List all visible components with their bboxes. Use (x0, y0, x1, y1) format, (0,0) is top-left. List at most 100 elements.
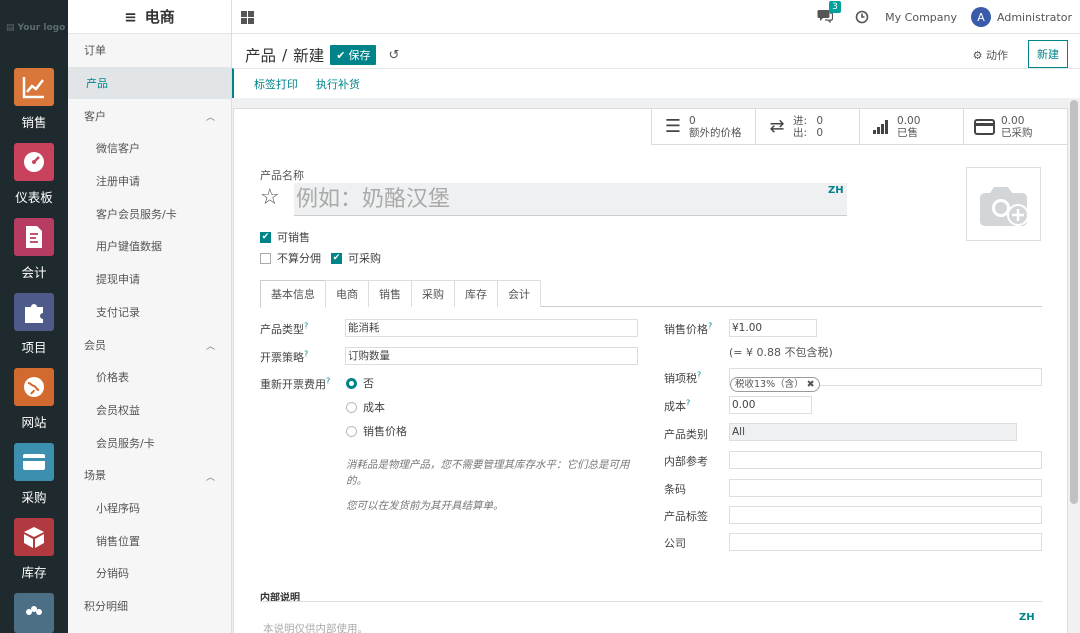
app-website-globe[interactable]: 网站 (0, 356, 68, 431)
camera-plus-icon (979, 187, 1029, 226)
website-globe-icon (14, 368, 54, 406)
sidebar-item[interactable]: 用户键值数据 (68, 230, 231, 263)
sidebar-item-label: 销售位置 (96, 534, 140, 548)
radio-sale-price[interactable] (346, 425, 357, 437)
action-buttons-bar: 标签打印 执行补货 (232, 68, 1080, 98)
category-select[interactable]: All (729, 423, 1017, 441)
discard-undo-icon[interactable]: ↺ (388, 48, 399, 63)
cost-input[interactable]: 0.00 (729, 396, 812, 414)
sidebar-item[interactable]: 分销码 (68, 557, 231, 590)
print-labels-button[interactable]: 标签打印 (254, 76, 298, 92)
reinvoice-option-cost[interactable]: 成本 (346, 399, 385, 415)
app-rail: ▤ Your logo 销售 仪表板 会计 项目 网站采购 库存 (0, 0, 68, 633)
can-purchase-checkbox[interactable]: ✔ 可采购 (331, 250, 381, 266)
favorite-star-icon[interactable]: ☆ (260, 185, 280, 210)
radio-sale-price-label: 销售价格 (363, 425, 407, 438)
scrollbar-thumb[interactable] (1070, 100, 1078, 504)
company-switcher[interactable]: My Company (885, 11, 957, 24)
actions-dropdown[interactable]: ⚙ 动作 (973, 47, 1008, 63)
can-sell-checkbox[interactable]: ✔ 可销售 (260, 229, 310, 245)
invoice-policy-select[interactable]: 订购数量 (345, 347, 638, 365)
messages-button[interactable]: 3 (817, 1, 841, 25)
sidebar-item[interactable]: 场景 ︿ (68, 459, 231, 492)
translate-lang-button[interactable]: ZH (828, 185, 844, 196)
product-type-select[interactable]: 能消耗 (345, 319, 638, 337)
reinvoice-option-sale-price[interactable]: 销售价格 (346, 423, 407, 439)
sidebar-item-label: 支付记录 (96, 305, 140, 319)
product-image-upload[interactable] (966, 167, 1041, 241)
breadcrumb-parent[interactable]: 产品 (245, 44, 276, 66)
app-project-puzzle[interactable]: 项目 (0, 281, 68, 356)
sidebar-item[interactable]: 客户会员服务/卡 (68, 197, 231, 230)
tab-purchase[interactable]: 采购 (411, 280, 455, 307)
list-icon: ☰ (664, 115, 682, 137)
tab-accounting[interactable]: 会计 (497, 280, 541, 307)
no-commission-box[interactable] (260, 252, 271, 264)
internal-ref-input[interactable] (729, 451, 1042, 469)
radio-no[interactable] (346, 377, 357, 389)
sidebar-item[interactable]: 订单 (68, 34, 231, 67)
app-inventory-box[interactable]: 库存 (0, 506, 68, 581)
sidebar-item[interactable]: 积分明细 (68, 590, 231, 623)
remove-tag-icon[interactable]: ✖ (807, 379, 815, 390)
sidebar-item[interactable]: 销售位置 (68, 524, 231, 557)
in-out-button[interactable]: ⇄ 进: 0 出: 0 (755, 109, 859, 144)
credit-card-icon (974, 118, 995, 135)
sidebar-item[interactable]: 会员权益 (68, 394, 231, 427)
product-name-input[interactable]: 例如：奶酪汉堡 (294, 183, 847, 216)
sidebar-item[interactable]: 提现申请 (68, 263, 231, 296)
no-commission-checkbox[interactable]: 不算分佣 (260, 250, 321, 266)
sidebar-item[interactable]: 产品 (68, 66, 231, 100)
save-button[interactable]: ✔ 保存 (330, 45, 377, 65)
can-purchase-box[interactable]: ✔ (331, 252, 342, 264)
internal-notes-input[interactable]: 本说明仅供内部使用。 (263, 621, 368, 633)
menu-hamburger-icon[interactable]: ≡ (124, 8, 137, 26)
sidebar-item[interactable]: 价格表 (68, 361, 231, 394)
product-tags-label: 产品标签 (664, 510, 708, 523)
user-menu[interactable]: Administrator (997, 11, 1072, 24)
radio-cost[interactable] (346, 401, 357, 413)
replenish-button[interactable]: 执行补货 (316, 76, 360, 92)
product-tags-input[interactable] (729, 506, 1042, 524)
new-button[interactable]: 新建 (1028, 40, 1068, 68)
sidebar-item[interactable]: 微信客户 (68, 132, 231, 165)
scrollbar[interactable] (1068, 98, 1080, 633)
app-sales-chart[interactable]: 销售 (0, 56, 68, 131)
sidebar-item[interactable]: 支付记录 (68, 296, 231, 329)
extra-price-button[interactable]: ☰ 0 额外的价格 (651, 109, 755, 144)
can-sell-box[interactable]: ✔ (260, 231, 271, 243)
sidebar-item-label: 注册申请 (96, 175, 140, 189)
app-label: 采购 (21, 490, 47, 505)
actions-label: 动作 (986, 49, 1008, 62)
tab-sales[interactable]: 销售 (368, 280, 412, 307)
app-purchase-card[interactable]: 采购 (0, 431, 68, 506)
reinvoice-option-no[interactable]: 否 (346, 375, 374, 391)
sidebar-item[interactable]: 客户 ︿ (68, 99, 231, 132)
barcode-input[interactable] (729, 479, 1042, 497)
tab-general-info[interactable]: 基本信息 (260, 280, 326, 308)
app-accounting-doc[interactable]: 会计 (0, 206, 68, 281)
sold-button[interactable]: 0.00 已售 (859, 109, 963, 144)
bar-signal-icon (873, 119, 888, 134)
company-input[interactable] (729, 533, 1042, 551)
apps-grid-icon[interactable] (241, 11, 254, 24)
sidebar-item[interactable]: 会员 ︿ (68, 328, 231, 361)
sidebar-item[interactable]: 注册申请 (68, 165, 231, 198)
sidebar-item[interactable]: 小程序码 (68, 492, 231, 525)
accounting-doc-icon (14, 218, 54, 256)
sidebar-item[interactable]: 会员服务/卡 (68, 426, 231, 459)
app-dashboard-gauge[interactable]: 仪表板 (0, 131, 68, 206)
sale-price-input[interactable]: ¥1.00 (729, 319, 817, 337)
tab-inventory[interactable]: 库存 (454, 280, 498, 307)
logo-icon: ▤ (6, 23, 15, 33)
activity-clock-icon[interactable] (855, 10, 869, 24)
user-avatar[interactable]: A (971, 7, 991, 27)
invoice-policy-label: 开票策略? (260, 349, 309, 364)
breadcrumb-current: 新建 (293, 47, 325, 65)
purchased-button[interactable]: 0.00 已采购 (963, 109, 1067, 144)
app-team[interactable] (0, 581, 68, 633)
tab-ecommerce[interactable]: 电商 (325, 280, 369, 307)
tax-tag-label: 税收13%（含） (735, 379, 804, 390)
company-logo: ▤ Your logo (0, 0, 68, 56)
notes-translate-button[interactable]: ZH (1019, 612, 1035, 623)
